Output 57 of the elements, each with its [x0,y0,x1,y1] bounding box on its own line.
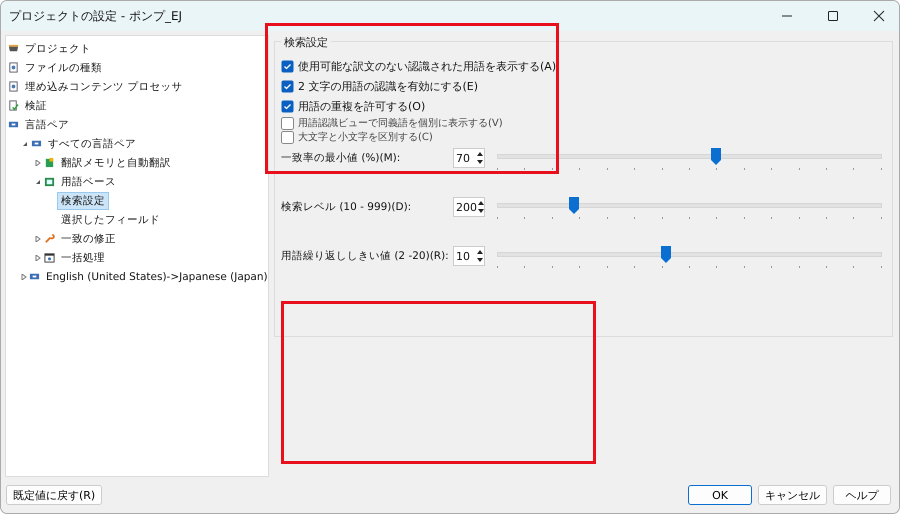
checkbox-label[interactable]: 2 文字の用語の認識を有効にする(E) [298,78,478,94]
number-spinner[interactable]: 200 [453,197,485,217]
number-spinner[interactable]: 10 [453,246,485,266]
collapse-arrow-icon[interactable] [21,140,29,146]
help-button[interactable]: ヘルプ [833,485,891,505]
pair-icon [8,119,19,130]
number-spinner[interactable]: 70 [453,148,485,168]
pair-icon [31,138,42,149]
cancel-button[interactable]: キャンセル [758,485,827,505]
checkbox[interactable] [281,116,294,130]
group-title: 検索設定 [281,35,331,50]
folder-icon [8,43,19,54]
tree-item[interactable]: 一致の修正 [57,230,120,248]
slider-thumb[interactable] [711,148,722,165]
ok-button[interactable]: OK [688,485,752,505]
tree-item[interactable]: 選択したフィールド [57,210,164,228]
tree-item[interactable]: 検証 [21,96,51,114]
page-icon [8,62,19,73]
window-title: プロジェクトの設定 - ポンプ_EJ [9,8,182,24]
collapse-arrow-icon[interactable] [34,178,42,184]
termbase-icon [44,176,55,187]
checkbox-label[interactable]: 用語の重複を許可する(O) [298,98,426,114]
slider-label: 検索レベル (10 - 999)(D): [281,200,412,214]
checkbox-label[interactable]: 大文字と小文字を区別する(C) [298,130,433,144]
reset-defaults-button[interactable]: 既定値に戻す(R) [6,485,102,505]
expand-arrow-icon[interactable] [34,236,42,242]
checkbox[interactable] [281,60,294,72]
check-page-icon [8,100,19,111]
tree-item[interactable]: 埋め込みコンテンツ プロセッサ [21,78,186,96]
tree-item[interactable]: 用語ベース [57,172,120,190]
page-icon [8,81,19,92]
tree-item[interactable]: ファイルの種類 [21,58,106,76]
tree-item[interactable]: 言語ペア [21,116,73,134]
slider-label: 一致率の最小値 (%)(M): [281,151,402,165]
tree-item[interactable]: プロジェクト [21,40,95,58]
memory-icon [44,157,55,168]
pair-icon [29,271,40,282]
expand-arrow-icon[interactable] [34,254,42,260]
tree-item[interactable]: English (United States)->Japanese (Japan) [42,268,272,284]
tree-item[interactable]: すべての言語ペア [44,134,140,152]
expand-arrow-icon[interactable] [21,274,27,280]
slider-thumb[interactable] [661,246,672,263]
slider-label: 用語繰り返ししきい値 (2 -20)(R): [281,249,450,263]
checkbox[interactable] [281,80,294,92]
checkbox[interactable] [281,130,294,144]
expand-arrow-icon[interactable] [34,160,42,166]
tree-item[interactable]: 翻訳メモリと自動翻訳 [57,154,175,172]
checkbox-label[interactable]: 用語認識ビューで同義語を個別に表示する(V) [298,116,503,130]
window-icon [44,252,55,263]
maximize-icon[interactable] [827,10,839,22]
checkbox-label[interactable]: 使用可能な訳文のない認識された用語を表示する(A) [298,58,556,74]
checkbox[interactable] [281,100,294,112]
close-icon[interactable] [873,10,885,22]
tree-item[interactable]: 検索設定 [57,192,109,210]
slider-thumb[interactable] [569,197,579,214]
tree-item[interactable]: 一括処理 [57,248,109,266]
wrench-icon [44,233,55,244]
